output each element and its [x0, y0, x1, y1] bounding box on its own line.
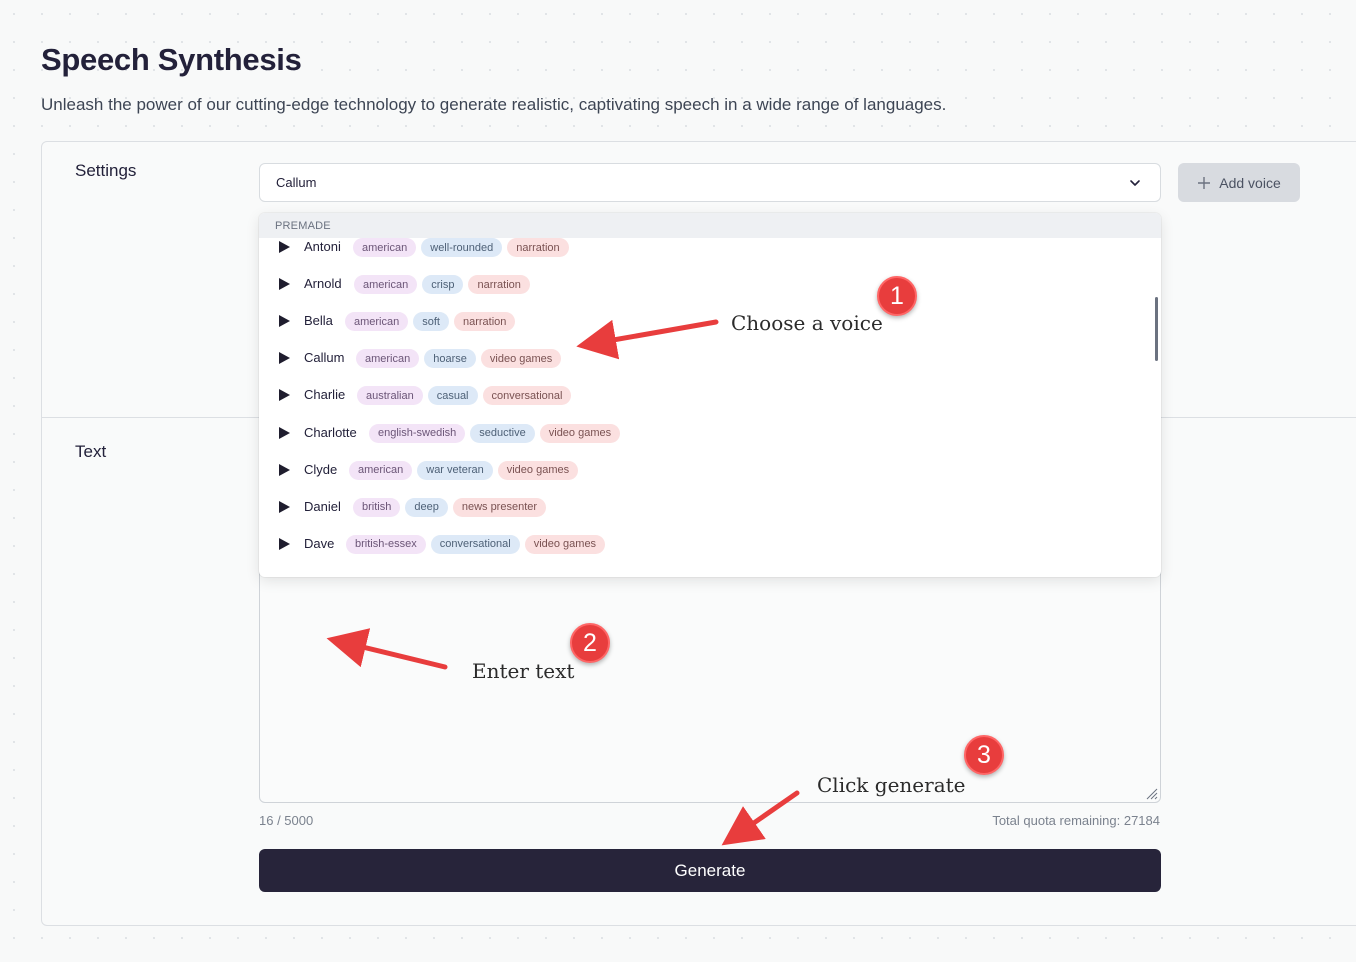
- voice-tag: video games: [497, 460, 579, 480]
- voice-tag: conversational: [482, 386, 572, 406]
- voice-tag: american: [349, 460, 413, 480]
- voice-tag: narration: [468, 275, 530, 295]
- voice-tag: soft: [413, 312, 449, 332]
- voice-tags: american well-rounded narration: [353, 238, 569, 257]
- voice-tag: deep: [405, 497, 448, 517]
- voice-tag: news presenter: [452, 497, 547, 517]
- voice-name: Callum: [304, 350, 345, 366]
- page-subtitle: Unleash the power of our cutting-edge te…: [41, 95, 947, 114]
- voice-tag: english-swedish: [369, 423, 466, 443]
- annotation-choose-voice: Choose a voice: [731, 311, 883, 335]
- voice-name: Arnold: [304, 276, 342, 292]
- chevron-down-icon: [1130, 180, 1140, 186]
- voice-name: Daniel: [304, 498, 341, 514]
- voice-tag: australian: [357, 386, 423, 406]
- voice-tags: australian casual conversational: [357, 386, 572, 406]
- voice-tag: well-rounded: [421, 238, 503, 257]
- voice-tag: american: [356, 349, 420, 369]
- voice-tags: english-swedish seductive video games: [369, 423, 621, 443]
- voice-option-bella[interactable]: Bella american soft narration: [259, 309, 1161, 333]
- play-icon[interactable]: [279, 500, 290, 513]
- voice-tag: casual: [427, 386, 478, 406]
- annotation-enter-text: Enter text: [472, 659, 575, 683]
- play-icon[interactable]: [279, 315, 290, 328]
- dropdown-scrollbar[interactable]: [1155, 297, 1158, 361]
- voice-tag: war veteran: [417, 460, 493, 480]
- step-badge-3: 3: [964, 735, 1004, 775]
- voice-tag: seductive: [470, 423, 535, 443]
- voice-tag: american: [353, 238, 417, 257]
- play-icon[interactable]: [279, 426, 290, 439]
- add-voice-button[interactable]: Add voice: [1178, 163, 1300, 202]
- voice-name: Dave: [304, 535, 335, 551]
- resize-grip-icon[interactable]: [1144, 786, 1158, 800]
- voice-name: Clyde: [304, 461, 338, 477]
- voice-tag: narration: [453, 312, 516, 332]
- voice-tag: video games: [539, 423, 621, 443]
- voice-tag: hoarse: [424, 349, 476, 369]
- voice-tag: british-essex: [346, 534, 426, 554]
- play-icon[interactable]: [279, 241, 290, 253]
- voice-tag: video games: [480, 349, 562, 369]
- voice-option-callum[interactable]: Callum american hoarse video games: [259, 346, 1161, 370]
- voice-tags: american crisp narration: [354, 275, 530, 295]
- voice-option-daniel[interactable]: Daniel british deep news presenter: [259, 495, 1161, 519]
- quota-remaining: Total quota remaining: 27184: [992, 813, 1160, 828]
- annotation-click-generate: Click generate: [817, 773, 966, 797]
- voice-tag: american: [345, 312, 409, 332]
- voice-option-charlotte[interactable]: Charlotte english-swedish seductive video g…: [259, 421, 1161, 445]
- play-icon[interactable]: [279, 537, 290, 550]
- play-icon[interactable]: [279, 463, 290, 476]
- voice-tag: conversational: [430, 534, 520, 554]
- voice-option-dave[interactable]: Dave british-essex conversational video gam…: [259, 532, 1161, 556]
- char-count: 16 / 5000: [259, 813, 314, 828]
- voice-tags: american hoarse video games: [356, 349, 562, 369]
- voice-dropdown[interactable]: PREMADE Antoni american well-rounded narrat…: [259, 213, 1161, 577]
- voice-select-value: Callum: [276, 175, 317, 190]
- voice-option-clyde[interactable]: Clyde american war veteran video games: [259, 458, 1161, 482]
- settings-label: Settings: [75, 161, 137, 180]
- voice-tag: narration: [507, 238, 569, 257]
- voice-name: Charlotte: [304, 424, 357, 440]
- voice-option-arnold[interactable]: Arnold american crisp narration: [259, 272, 1161, 296]
- step-badge-1: 1: [877, 276, 917, 316]
- voice-option-antoni[interactable]: Antoni american well-rounded narration: [259, 235, 1161, 259]
- text-input[interactable]: [259, 560, 1161, 803]
- voice-tags: american soft narration: [345, 312, 516, 332]
- text-label: Text: [75, 442, 107, 461]
- voice-tags: british deep news presenter: [353, 497, 547, 517]
- voice-tag: american: [354, 275, 418, 295]
- voice-name: Antoni: [304, 239, 341, 254]
- plus-icon: [1198, 176, 1211, 189]
- add-voice-label: Add voice: [1219, 174, 1281, 191]
- voice-tags: british-essex conversational video games: [346, 534, 606, 554]
- page-title: Speech Synthesis: [41, 42, 302, 77]
- voice-option-charlie[interactable]: Charlie australian casual conversational: [259, 383, 1161, 407]
- voice-tag: crisp: [422, 275, 464, 295]
- generate-button[interactable]: Generate: [259, 849, 1161, 892]
- voice-tags: american war veteran video games: [349, 460, 579, 480]
- voice-name: Charlie: [304, 387, 346, 403]
- dropdown-group-header: PREMADE: [259, 213, 1161, 238]
- voice-select[interactable]: Callum: [259, 163, 1161, 202]
- voice-name: Bella: [304, 313, 333, 329]
- play-icon[interactable]: [279, 389, 290, 402]
- play-icon[interactable]: [279, 352, 290, 365]
- voice-tag: video games: [524, 534, 606, 554]
- step-badge-2: 2: [570, 623, 610, 663]
- play-icon[interactable]: [279, 278, 290, 291]
- voice-tag: british: [353, 497, 401, 517]
